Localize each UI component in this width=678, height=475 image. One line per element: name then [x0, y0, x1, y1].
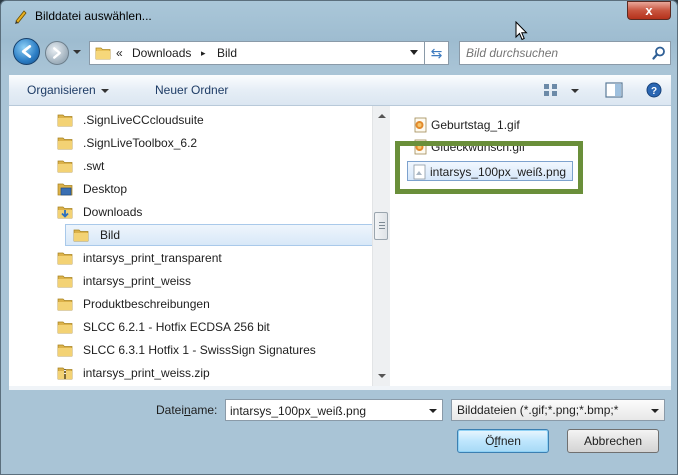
arrow-right-icon: [53, 47, 61, 59]
tree-item-label: .SignLiveCCcloudsuite: [83, 113, 204, 127]
folder-icon: [57, 321, 73, 334]
scrollbar-thumb[interactable]: [374, 212, 388, 240]
cancel-button[interactable]: Abbrechen: [567, 429, 659, 453]
toolbar: Organisieren Neuer Ordner ?: [9, 75, 671, 106]
view-dropdown-icon[interactable]: [571, 89, 579, 93]
tree-item[interactable]: Produktbeschreibungen: [57, 293, 387, 315]
file-item-label: Geburtstag_1.gif: [431, 118, 520, 132]
scroll-down-icon[interactable]: [378, 374, 386, 378]
tree-item[interactable]: Bild: [65, 224, 375, 246]
search-box[interactable]: [459, 41, 671, 65]
folder-icon: [57, 275, 73, 288]
filename-label: Dateiname:: [156, 403, 218, 417]
filetype-value: Bilddateien (*.gif;*.png;*.bmp;*: [457, 403, 619, 417]
folder-icon: [57, 344, 73, 357]
tree-item[interactable]: Desktop: [57, 178, 387, 200]
folder-icon: [73, 229, 89, 242]
folder-icon: [57, 137, 73, 150]
preview-pane-icon[interactable]: [605, 82, 623, 98]
address-overflow-chevron[interactable]: «: [116, 46, 123, 60]
recent-locations-dropdown-icon[interactable]: [72, 47, 82, 57]
search-input[interactable]: [466, 45, 636, 61]
forward-button[interactable]: [45, 41, 69, 65]
folder-icon: [57, 298, 73, 311]
refresh-button[interactable]: ⇆: [425, 41, 449, 65]
navigation-tree: .SignLiveCCcloudsuite .SignLiveToolbox_6.…: [9, 106, 391, 386]
folder-icon: [95, 47, 111, 60]
address-bar[interactable]: « Downloads ▸ Bild: [89, 41, 425, 65]
arrow-left-icon: [21, 45, 32, 58]
tree-item[interactable]: intarsys_print_weiss: [57, 270, 387, 292]
help-icon[interactable]: ?: [646, 82, 662, 98]
title-bar[interactable]: Bilddatei auswählen... x: [1, 1, 677, 31]
breadcrumb-separator[interactable]: ▸: [201, 48, 206, 59]
tree-item-label: intarsys_print_weiss.zip: [83, 366, 210, 380]
downloads-icon: [57, 206, 73, 219]
pencil-icon: [15, 10, 27, 24]
tree-item-label: Downloads: [83, 205, 143, 219]
file-dialog: Bilddatei auswählen... x « Downloads ▸ B…: [0, 0, 678, 475]
tree-item[interactable]: .SignLiveCCcloudsuite: [57, 109, 387, 131]
organize-menu[interactable]: Organisieren: [27, 83, 109, 97]
filename-combobox[interactable]: [225, 399, 443, 421]
close-button[interactable]: x: [627, 1, 671, 20]
refresh-icon: ⇆: [430, 45, 443, 61]
back-button[interactable]: [13, 38, 40, 65]
chevron-down-icon: [651, 409, 659, 413]
tree-item[interactable]: SLCC 6.3.1 Hotfix 1 - SwissSign Signatur…: [57, 339, 387, 361]
folder-icon: [57, 252, 73, 265]
tree-item-label: .swt: [83, 159, 105, 173]
chevron-down-icon[interactable]: [429, 409, 437, 413]
tree-scrollbar[interactable]: [372, 106, 390, 386]
chevron-down-icon: [100, 88, 109, 93]
tree-item-label: Desktop: [83, 182, 128, 196]
svg-text:?: ?: [651, 86, 657, 97]
tree-item-label: Bild: [100, 228, 121, 242]
tree-item[interactable]: intarsys_print_transparent: [57, 247, 387, 269]
tree-item[interactable]: .swt: [57, 155, 387, 177]
tree-item-label: SLCC 6.3.1 Hotfix 1 - SwissSign Signatur…: [83, 343, 316, 357]
filename-input[interactable]: [230, 403, 410, 418]
tree-item[interactable]: .SignLiveToolbox_6.2: [57, 132, 387, 154]
organize-label: Organisieren: [27, 83, 96, 97]
new-folder-button[interactable]: Neuer Ordner: [155, 83, 228, 97]
open-button[interactable]: Öffnen: [457, 429, 549, 453]
tree-item-label: SLCC 6.2.1 - Hotfix ECDSA 256 bit: [83, 320, 270, 334]
folder-icon: [57, 160, 73, 173]
breadcrumb-bild[interactable]: Bild: [217, 46, 237, 60]
view-options-icon[interactable]: [543, 82, 559, 98]
scroll-up-icon[interactable]: [378, 114, 386, 118]
tree-item[interactable]: intarsys_print_weiss.zip: [57, 362, 387, 384]
breadcrumb-downloads[interactable]: Downloads: [132, 46, 191, 60]
tree-item[interactable]: SLCC 6.2.1 - Hotfix ECDSA 256 bit: [57, 316, 387, 338]
zip-icon: [57, 367, 73, 380]
tree-item-label: Produktbeschreibungen: [83, 297, 210, 311]
desktop-icon: [57, 183, 73, 196]
highlight-annotation: [395, 141, 583, 194]
chevron-down-icon[interactable]: [410, 50, 418, 56]
tree-item-label: intarsys_print_transparent: [83, 251, 222, 265]
tree-item-label: intarsys_print_weiss: [83, 274, 192, 288]
filetype-select[interactable]: Bilddateien (*.gif;*.png;*.bmp;*: [451, 399, 665, 421]
mouse-cursor-icon: [515, 21, 528, 41]
tree-item[interactable]: Downloads: [57, 201, 387, 223]
folder-icon: [57, 114, 73, 127]
search-icon[interactable]: [652, 46, 666, 60]
tree-item-label: .SignLiveToolbox_6.2: [83, 136, 198, 150]
window-title: Bilddatei auswählen...: [35, 9, 152, 23]
gif-file-icon: [414, 117, 427, 133]
